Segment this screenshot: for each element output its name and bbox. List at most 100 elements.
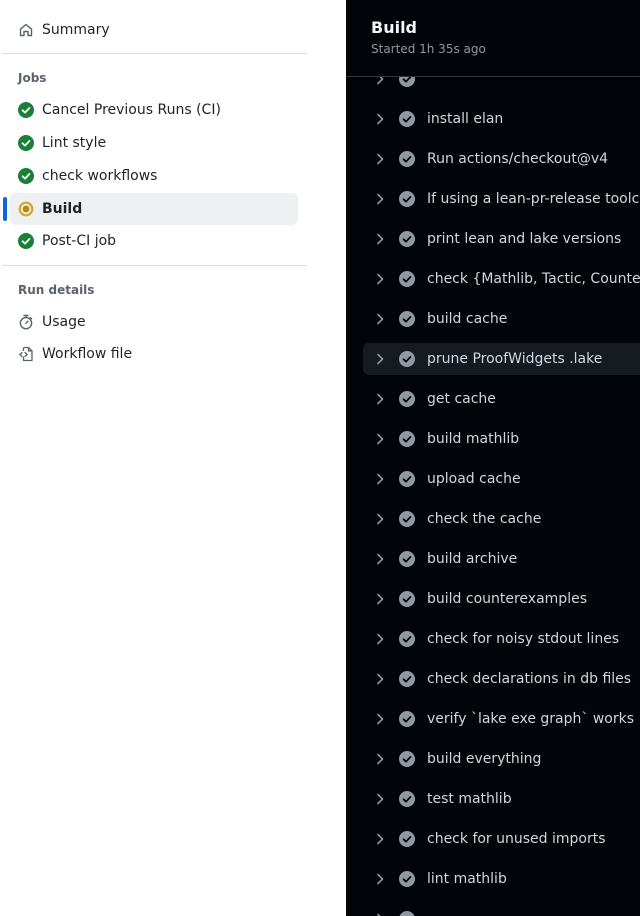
- step-name: build archive: [427, 551, 518, 567]
- summary-label: Summary: [42, 22, 110, 38]
- chevron-right-icon: [372, 591, 388, 607]
- chevron-right-icon: [372, 391, 388, 407]
- chevron-right-icon: [372, 831, 388, 847]
- workflow-file-link[interactable]: Workflow file: [10, 338, 298, 370]
- check-circle-icon: [399, 791, 415, 807]
- step-row[interactable]: lint mathlib: [363, 863, 640, 895]
- divider: [2, 265, 307, 266]
- step-row[interactable]: build everything: [363, 743, 640, 775]
- file-code-icon: [18, 346, 34, 362]
- step-row[interactable]: If using a lean-pr-release toolchain, un…: [363, 183, 640, 215]
- check-circle-icon: [399, 151, 415, 167]
- step-name: build mathlib: [427, 431, 520, 447]
- job-label: Cancel Previous Runs (CI): [42, 102, 221, 118]
- job-item-cancel-previous-runs[interactable]: Cancel Previous Runs (CI): [10, 94, 298, 126]
- chevron-right-icon: [372, 551, 388, 567]
- step-row[interactable]: prune ProofWidgets .lake: [363, 343, 640, 375]
- step-name: build everything: [427, 751, 542, 767]
- chevron-right-icon: [372, 671, 388, 687]
- chevron-right-icon: [372, 631, 388, 647]
- step-name: check declarations in db files: [427, 671, 632, 687]
- check-circle-icon: [399, 391, 415, 407]
- chevron-right-icon: [372, 351, 388, 367]
- step-row[interactable]: check declarations in db files: [363, 663, 640, 695]
- step-name: check for unused imports: [427, 831, 606, 847]
- job-item-check-workflows[interactable]: check workflows: [10, 160, 298, 192]
- step-row[interactable]: upload cache: [363, 463, 640, 495]
- chevron-right-icon: [372, 871, 388, 887]
- step-row[interactable]: verify `lake exe graph` works: [363, 703, 640, 735]
- step-row[interactable]: build counterexamples: [363, 583, 640, 615]
- step-name: lint mathlib: [427, 871, 507, 887]
- check-circle-icon: [399, 591, 415, 607]
- step-row[interactable]: Run actions/checkout@v4: [363, 143, 640, 175]
- divider: [2, 53, 307, 54]
- check-circle-icon: [18, 168, 34, 184]
- step-row[interactable]: check {Mathlib, Tactic, Counterexamples,…: [363, 263, 640, 295]
- job-started-time: Started 1h 35s ago: [371, 42, 486, 56]
- stopwatch-icon: [18, 314, 34, 330]
- job-label: Build: [42, 201, 83, 217]
- step-name: check {Mathlib, Tactic, Counterexamples,…: [427, 271, 640, 287]
- chevron-right-icon: [372, 911, 388, 916]
- step-name: build cache: [427, 311, 508, 327]
- step-name: check for noisy stdout lines: [427, 631, 620, 647]
- job-item-post-ci[interactable]: Post-CI job: [10, 225, 298, 257]
- summary-link[interactable]: Summary: [10, 14, 298, 46]
- home-icon: [18, 22, 34, 38]
- usage-label: Usage: [42, 314, 86, 330]
- check-circle-icon: [399, 631, 415, 647]
- usage-link[interactable]: Usage: [10, 306, 298, 338]
- check-circle-icon: [18, 135, 34, 151]
- job-item-build[interactable]: Build: [10, 193, 298, 225]
- step-row[interactable]: [363, 903, 640, 916]
- chevron-right-icon: [372, 151, 388, 167]
- job-label: Lint style: [42, 135, 107, 151]
- chevron-right-icon: [372, 271, 388, 287]
- active-indicator: [3, 197, 7, 221]
- check-circle-icon: [399, 431, 415, 447]
- step-row[interactable]: check for unused imports: [363, 823, 640, 855]
- step-row[interactable]: build cache: [363, 303, 640, 335]
- chevron-right-icon: [372, 791, 388, 807]
- check-circle-icon: [18, 233, 34, 249]
- check-circle-icon: [399, 671, 415, 687]
- step-row[interactable]: print lean and lake versions: [363, 223, 640, 255]
- step-name: check the cache: [427, 511, 542, 527]
- check-circle-icon: [399, 751, 415, 767]
- chevron-right-icon: [372, 191, 388, 207]
- step-row[interactable]: get cache: [363, 383, 640, 415]
- step-row[interactable]: build archive: [363, 543, 640, 575]
- job-header: Build Started 1h 35s ago: [346, 0, 640, 77]
- check-circle-icon: [399, 551, 415, 567]
- job-item-lint-style[interactable]: Lint style: [10, 127, 298, 159]
- step-name: get cache: [427, 391, 496, 407]
- chevron-right-icon: [372, 431, 388, 447]
- step-row[interactable]: check for noisy stdout lines: [363, 623, 640, 655]
- check-circle-icon: [399, 111, 415, 127]
- in-progress-icon: [18, 201, 34, 217]
- step-row[interactable]: build mathlib: [363, 423, 640, 455]
- check-circle-icon: [399, 871, 415, 887]
- chevron-right-icon: [372, 111, 388, 127]
- chevron-right-icon: [372, 751, 388, 767]
- job-log-panel: install elan Run actions/checkout@v4 If us…: [346, 0, 640, 916]
- step-name: upload cache: [427, 471, 521, 487]
- job-title: Build: [371, 18, 418, 37]
- check-circle-icon: [399, 911, 415, 916]
- check-circle-icon: [399, 831, 415, 847]
- chevron-right-icon: [372, 311, 388, 327]
- step-name: If using a lean-pr-release toolchain, un…: [427, 191, 640, 207]
- jobs-heading: Jobs: [18, 71, 47, 85]
- chevron-right-icon: [372, 711, 388, 727]
- step-name: install elan: [427, 111, 504, 127]
- step-row[interactable]: test mathlib: [363, 783, 640, 815]
- check-circle-icon: [399, 471, 415, 487]
- step-name: prune ProofWidgets .lake: [427, 351, 603, 367]
- check-circle-icon: [399, 191, 415, 207]
- job-label: check workflows: [42, 168, 158, 184]
- sidebar: Summary Jobs Cancel Previous Runs (CI) L…: [0, 0, 346, 916]
- step-row[interactable]: check the cache: [363, 503, 640, 535]
- step-row[interactable]: install elan: [363, 103, 640, 135]
- check-circle-icon: [399, 271, 415, 287]
